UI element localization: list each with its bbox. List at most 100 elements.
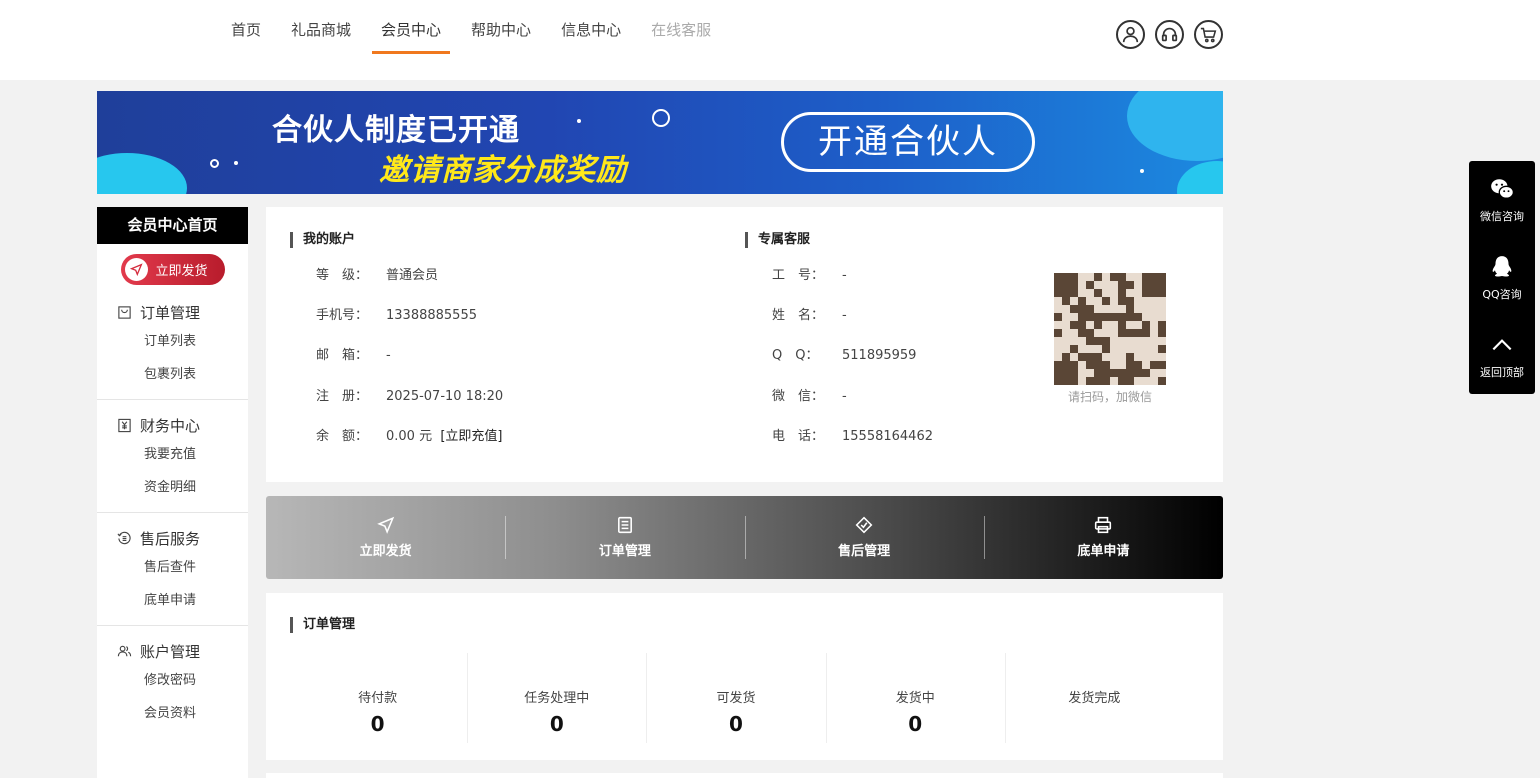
bag-icon <box>118 305 131 319</box>
nav-member-center[interactable]: 会员中心 <box>366 0 456 54</box>
back-to-top-button[interactable]: 返回顶部 <box>1469 317 1535 395</box>
partner-banner[interactable]: 合伙人制度已开通 邀请商家分成奖励 开通合伙人 <box>97 91 1223 194</box>
wechat-consult-button[interactable]: 微信咨询 <box>1469 161 1535 239</box>
user-icon[interactable] <box>1116 20 1145 49</box>
banner-decoration <box>1177 161 1223 194</box>
qr-module <box>1086 321 1094 329</box>
qr-module <box>1054 361 1062 369</box>
sidebar-item-receipt-request[interactable]: 底单申请 <box>97 584 248 617</box>
nav-home[interactable]: 首页 <box>216 0 276 54</box>
qr-module <box>1102 329 1110 337</box>
qr-module <box>1110 289 1118 297</box>
qr-module <box>1094 273 1102 281</box>
qr-module <box>1086 361 1094 369</box>
nav-help-center[interactable]: 帮助中心 <box>456 0 546 54</box>
open-partner-button[interactable]: 开通合伙人 <box>781 112 1035 172</box>
qr-module <box>1118 345 1126 353</box>
qr-module <box>1070 305 1078 313</box>
cart-icon[interactable] <box>1194 20 1223 49</box>
qr-module <box>1102 345 1110 353</box>
stat-pending-payment[interactable]: 待付款 0 <box>288 653 467 743</box>
qr-module <box>1070 289 1078 297</box>
sidebar-item-member-profile[interactable]: 会员资料 <box>97 697 248 730</box>
qr-module <box>1158 305 1166 313</box>
qq-consult-button[interactable]: QQ咨询 <box>1469 239 1535 317</box>
row-value: - <box>842 268 847 283</box>
sidebar-item-aftersale-query[interactable]: 售后查件 <box>97 551 248 584</box>
qr-module <box>1134 369 1142 377</box>
stat-shipped[interactable]: 发货完成 <box>1004 653 1184 743</box>
qr-module <box>1054 377 1062 385</box>
qr-module <box>1054 369 1062 377</box>
qr-module <box>1078 313 1086 321</box>
qr-module <box>1078 329 1086 337</box>
service-row-name: 姓 名： - <box>772 306 847 326</box>
qr-module <box>1134 305 1142 313</box>
qr-module <box>1086 313 1094 321</box>
qr-module <box>1126 297 1134 305</box>
stat-shipping[interactable]: 发货中 0 <box>825 653 1005 743</box>
banner-ring <box>210 159 219 168</box>
action-aftersale-management[interactable]: 售后管理 <box>744 496 984 579</box>
qr-module <box>1110 337 1118 345</box>
action-receipt-request[interactable]: 底单申请 <box>983 496 1223 579</box>
qr-module <box>1086 273 1094 281</box>
qr-module <box>1054 353 1062 361</box>
qr-module <box>1054 337 1062 345</box>
qr-module <box>1142 273 1150 281</box>
qr-module <box>1054 289 1062 297</box>
qr-module <box>1126 361 1134 369</box>
sidebar-title-finance[interactable]: 财务中心 <box>97 412 248 438</box>
qr-module <box>1102 313 1110 321</box>
printer-icon <box>1095 516 1112 534</box>
qr-module <box>1150 361 1158 369</box>
sidebar-item-recharge[interactable]: 我要充值 <box>97 438 248 471</box>
action-order-management[interactable]: 订单管理 <box>505 496 744 579</box>
sidebar-item-change-password[interactable]: 修改密码 <box>97 664 248 697</box>
sidebar-title-aftersale[interactable]: 售后服务 <box>97 525 248 551</box>
nav-gift-mall[interactable]: 礼品商城 <box>276 0 366 54</box>
qr-module <box>1150 297 1158 305</box>
account-row-registered: 注 册： 2025-07-10 18:20 <box>316 387 503 407</box>
qr-module <box>1158 345 1166 353</box>
exclusive-service-title: 专属客服 <box>745 232 810 248</box>
sidebar-title-account[interactable]: 账户管理 <box>97 638 248 664</box>
sidebar-title-orders[interactable]: 订单管理 <box>97 299 248 325</box>
qr-module <box>1134 337 1142 345</box>
qr-module <box>1118 297 1126 305</box>
ship-now-button[interactable]: 立即发货 <box>120 254 225 285</box>
nav-info-center[interactable]: 信息中心 <box>546 0 636 54</box>
action-ship-now[interactable]: 立即发货 <box>266 496 505 579</box>
qr-module <box>1062 361 1070 369</box>
qr-module <box>1134 273 1142 281</box>
qr-module <box>1078 273 1086 281</box>
sidebar-item-order-list[interactable]: 订单列表 <box>97 325 248 358</box>
qr-module <box>1086 305 1094 313</box>
qr-module <box>1118 313 1126 321</box>
stat-label: 待付款 <box>358 691 398 706</box>
sidebar-item-fund-details[interactable]: 资金明细 <box>97 471 248 504</box>
banner-decoration <box>97 153 187 194</box>
qr-module <box>1070 321 1078 329</box>
row-label: 注 册： <box>316 389 369 404</box>
sidebar-title-label: 账户管理 <box>140 642 201 661</box>
chevron-up-icon <box>1492 339 1512 351</box>
qr-module <box>1158 313 1166 321</box>
nav-online-service[interactable]: 在线客服 <box>636 0 726 54</box>
action-label: 订单管理 <box>598 544 651 559</box>
sidebar-title-label: 财务中心 <box>140 416 201 435</box>
qr-module <box>1062 369 1070 377</box>
qr-module <box>1086 289 1094 297</box>
recharge-now-link[interactable]: [立即充值] <box>440 429 502 444</box>
qr-module <box>1118 353 1126 361</box>
ship-now-label: 立即发货 <box>155 264 208 279</box>
row-label: 姓 名： <box>772 308 825 323</box>
stat-processing[interactable]: 任务处理中 0 <box>467 653 646 743</box>
sidebar-header[interactable]: 会员中心首页 <box>97 207 248 244</box>
qr-module <box>1150 377 1158 385</box>
sidebar-item-package-list[interactable]: 包裹列表 <box>97 358 248 391</box>
headset-icon[interactable] <box>1155 20 1184 49</box>
stat-ready-to-ship[interactable]: 可发货 0 <box>646 653 825 743</box>
qr-module <box>1078 289 1086 297</box>
stat-label: 可发货 <box>716 691 756 706</box>
